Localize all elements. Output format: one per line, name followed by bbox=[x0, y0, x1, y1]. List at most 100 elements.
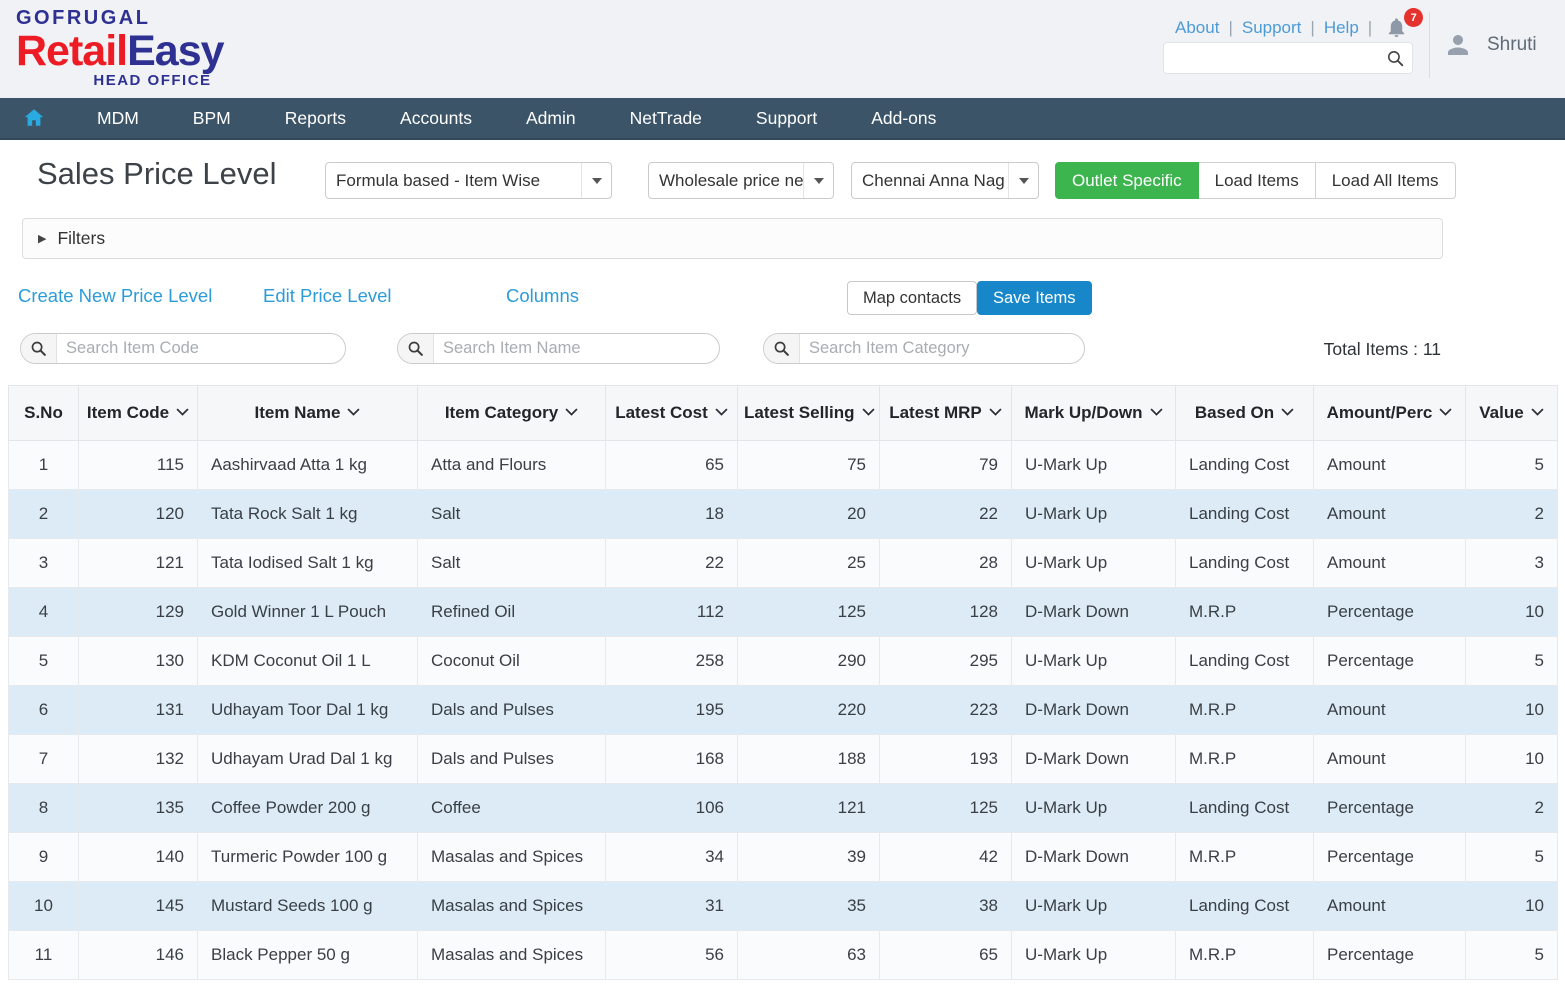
cell-value[interactable]: 10 bbox=[1466, 735, 1558, 784]
column-header-item-name[interactable]: Item Name bbox=[198, 386, 418, 441]
cell-value[interactable]: 5 bbox=[1466, 931, 1558, 980]
column-header-item-code[interactable]: Item Code bbox=[79, 386, 198, 441]
edit-price-level-link[interactable]: Edit Price Level bbox=[263, 285, 392, 307]
table-row[interactable]: 8135Coffee Powder 200 gCoffee106121125U-… bbox=[9, 784, 1558, 833]
cell-latest-cost: 106 bbox=[606, 784, 738, 833]
column-header-latest-mrp[interactable]: Latest MRP bbox=[880, 386, 1012, 441]
cell-amount-perc[interactable]: Percentage bbox=[1314, 588, 1466, 637]
table-row[interactable]: 9140Turmeric Powder 100 gMasalas and Spi… bbox=[9, 833, 1558, 882]
nav-item-nettrade[interactable]: NetTrade bbox=[603, 98, 729, 138]
cell-mark-up-down[interactable]: D-Mark Down bbox=[1012, 735, 1176, 784]
nav-item-accounts[interactable]: Accounts bbox=[373, 98, 499, 138]
cell-amount-perc[interactable]: Percentage bbox=[1314, 637, 1466, 686]
cell-amount-perc[interactable]: Amount bbox=[1314, 490, 1466, 539]
save-items-button[interactable]: Save Items bbox=[977, 281, 1092, 315]
table-row[interactable]: 11146Black Pepper 50 gMasalas and Spices… bbox=[9, 931, 1558, 980]
cell-mark-up-down[interactable]: D-Mark Down bbox=[1012, 686, 1176, 735]
cell-amount-perc[interactable]: Amount bbox=[1314, 735, 1466, 784]
header-search-button[interactable] bbox=[1379, 49, 1412, 68]
table-row[interactable]: 7132Udhayam Urad Dal 1 kgDals and Pulses… bbox=[9, 735, 1558, 784]
cell-amount-perc[interactable]: Percentage bbox=[1314, 833, 1466, 882]
cell-mark-up-down[interactable]: U-Mark Up bbox=[1012, 931, 1176, 980]
table-row[interactable]: 3121Tata Iodised Salt 1 kgSalt222528U-Ma… bbox=[9, 539, 1558, 588]
cell-value[interactable]: 10 bbox=[1466, 882, 1558, 931]
outlet-dropdown[interactable]: Chennai Anna Nag bbox=[851, 162, 1039, 199]
nav-item-mdm[interactable]: MDM bbox=[70, 98, 166, 138]
nav-item-add-ons[interactable]: Add-ons bbox=[844, 98, 963, 138]
cell-amount-perc[interactable]: Percentage bbox=[1314, 931, 1466, 980]
cell-based-on[interactable]: Landing Cost bbox=[1176, 490, 1314, 539]
cell-based-on[interactable]: Landing Cost bbox=[1176, 882, 1314, 931]
nav-item-home[interactable] bbox=[0, 98, 70, 138]
header-link-about[interactable]: About bbox=[1175, 18, 1219, 38]
table-row[interactable]: 2120Tata Rock Salt 1 kgSalt182022U-Mark … bbox=[9, 490, 1558, 539]
cell-based-on[interactable]: Landing Cost bbox=[1176, 441, 1314, 490]
search-icon bbox=[764, 334, 800, 363]
cell-value[interactable]: 5 bbox=[1466, 441, 1558, 490]
search-item-name-input[interactable] bbox=[434, 334, 719, 363]
column-header-latest-selling[interactable]: Latest Selling bbox=[738, 386, 880, 441]
cell-mark-up-down[interactable]: U-Mark Up bbox=[1012, 539, 1176, 588]
column-header-item-category[interactable]: Item Category bbox=[418, 386, 606, 441]
header-link-support[interactable]: Support bbox=[1242, 18, 1302, 38]
load-items-button[interactable]: Load Items bbox=[1199, 162, 1316, 199]
user-menu[interactable]: Shruti bbox=[1443, 30, 1537, 60]
cell-based-on[interactable]: M.R.P bbox=[1176, 588, 1314, 637]
notification-bell[interactable]: 7 bbox=[1385, 16, 1411, 40]
column-header-amount-perc[interactable]: Amount/Perc bbox=[1314, 386, 1466, 441]
search-item-category-input[interactable] bbox=[800, 334, 1084, 363]
column-header-latest-cost[interactable]: Latest Cost bbox=[606, 386, 738, 441]
price-level-dropdown[interactable]: Wholesale price new bbox=[648, 162, 834, 199]
column-header-mark-up-down[interactable]: Mark Up/Down bbox=[1012, 386, 1176, 441]
cell-amount-perc[interactable]: Amount bbox=[1314, 539, 1466, 588]
cell-value[interactable]: 10 bbox=[1466, 588, 1558, 637]
map-contacts-button[interactable]: Map contacts bbox=[847, 281, 977, 315]
cell-mark-up-down[interactable]: U-Mark Up bbox=[1012, 490, 1176, 539]
columns-link[interactable]: Columns bbox=[506, 285, 579, 307]
cell-value[interactable]: 2 bbox=[1466, 490, 1558, 539]
price-formula-dropdown[interactable]: Formula based - Item Wise bbox=[325, 162, 612, 199]
cell-value[interactable]: 5 bbox=[1466, 833, 1558, 882]
nav-item-reports[interactable]: Reports bbox=[258, 98, 373, 138]
cell-mark-up-down[interactable]: U-Mark Up bbox=[1012, 637, 1176, 686]
filters-accordion[interactable]: ▶ Filters bbox=[22, 218, 1443, 259]
table-row[interactable]: 5130KDM Coconut Oil 1 LCoconut Oil258290… bbox=[9, 637, 1558, 686]
column-header-value[interactable]: Value bbox=[1466, 386, 1558, 441]
cell-based-on[interactable]: M.R.P bbox=[1176, 833, 1314, 882]
cell-mark-up-down[interactable]: D-Mark Down bbox=[1012, 833, 1176, 882]
chevron-down-icon bbox=[581, 163, 611, 198]
cell-amount-perc[interactable]: Amount bbox=[1314, 686, 1466, 735]
cell-amount-perc[interactable]: Amount bbox=[1314, 441, 1466, 490]
cell-based-on[interactable]: M.R.P bbox=[1176, 686, 1314, 735]
cell-mark-up-down[interactable]: D-Mark Down bbox=[1012, 588, 1176, 637]
header-link-help[interactable]: Help bbox=[1324, 18, 1359, 38]
cell-mark-up-down[interactable]: U-Mark Up bbox=[1012, 784, 1176, 833]
header-search-input[interactable] bbox=[1164, 50, 1379, 67]
nav-item-support[interactable]: Support bbox=[729, 98, 844, 138]
load-all-items-button[interactable]: Load All Items bbox=[1316, 162, 1456, 199]
cell-based-on[interactable]: Landing Cost bbox=[1176, 539, 1314, 588]
cell-based-on[interactable]: M.R.P bbox=[1176, 931, 1314, 980]
cell-latest-mrp: 22 bbox=[880, 490, 1012, 539]
cell-value[interactable]: 10 bbox=[1466, 686, 1558, 735]
cell-mark-up-down[interactable]: U-Mark Up bbox=[1012, 441, 1176, 490]
cell-amount-perc[interactable]: Amount bbox=[1314, 882, 1466, 931]
column-header-based-on[interactable]: Based On bbox=[1176, 386, 1314, 441]
cell-mark-up-down[interactable]: U-Mark Up bbox=[1012, 882, 1176, 931]
cell-value[interactable]: 5 bbox=[1466, 637, 1558, 686]
cell-value[interactable]: 2 bbox=[1466, 784, 1558, 833]
table-row[interactable]: 4129Gold Winner 1 L PouchRefined Oil1121… bbox=[9, 588, 1558, 637]
nav-item-admin[interactable]: Admin bbox=[499, 98, 603, 138]
cell-based-on[interactable]: Landing Cost bbox=[1176, 784, 1314, 833]
table-row[interactable]: 10145Mustard Seeds 100 gMasalas and Spic… bbox=[9, 882, 1558, 931]
cell-based-on[interactable]: M.R.P bbox=[1176, 735, 1314, 784]
nav-item-bpm[interactable]: BPM bbox=[166, 98, 258, 138]
search-item-code-input[interactable] bbox=[57, 334, 345, 363]
outlet-specific-button[interactable]: Outlet Specific bbox=[1055, 162, 1199, 199]
table-row[interactable]: 6131Udhayam Toor Dal 1 kgDals and Pulses… bbox=[9, 686, 1558, 735]
cell-amount-perc[interactable]: Percentage bbox=[1314, 784, 1466, 833]
table-row[interactable]: 1115Aashirvaad Atta 1 kgAtta and Flours6… bbox=[9, 441, 1558, 490]
cell-based-on[interactable]: Landing Cost bbox=[1176, 637, 1314, 686]
cell-value[interactable]: 3 bbox=[1466, 539, 1558, 588]
create-new-price-level-link[interactable]: Create New Price Level bbox=[18, 285, 212, 307]
